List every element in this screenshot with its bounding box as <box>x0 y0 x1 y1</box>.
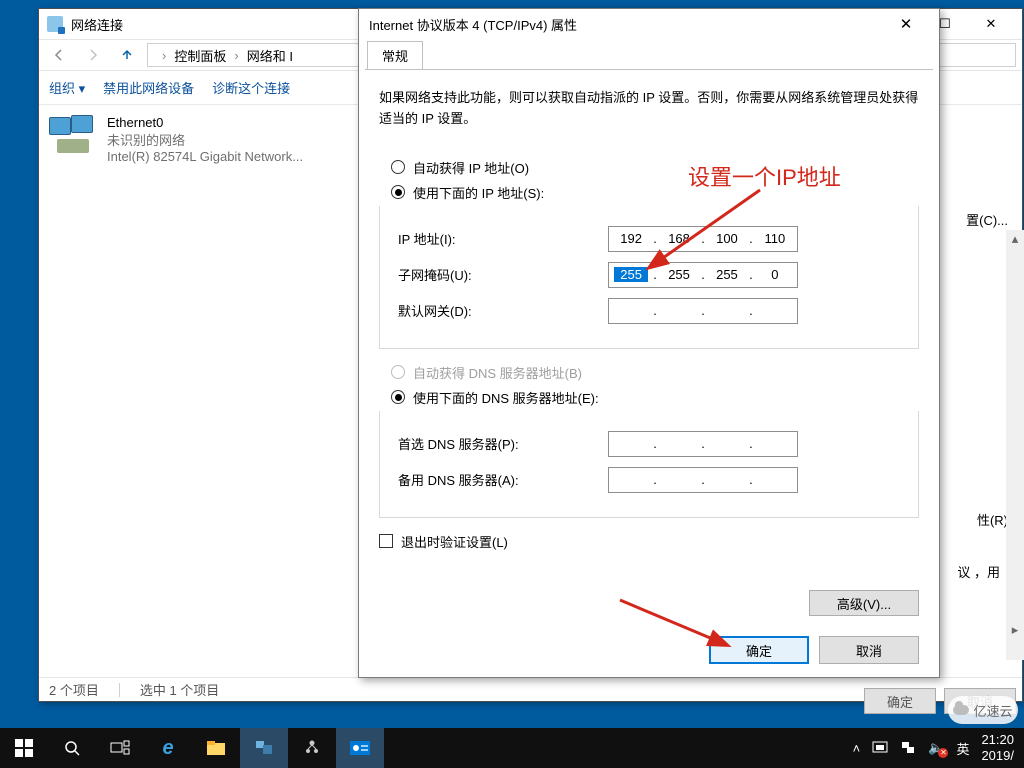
tab-general[interactable]: 常规 <box>367 41 423 69</box>
dns-preferred-input[interactable]: . . . <box>608 431 798 457</box>
adapter-driver: Intel(R) 82574L Gigabit Network... <box>107 149 303 164</box>
label-default-gateway: 默认网关(D): <box>398 301 608 320</box>
label-ip-address: IP 地址(I): <box>398 229 608 248</box>
adapter-status: 未识别的网络 <box>107 130 303 149</box>
tray-chevron-icon[interactable]: ˄ <box>853 741 861 756</box>
radio-disabled-icon <box>391 365 405 379</box>
dialog-title: Internet 协议版本 4 (TCP/IPv4) 属性 <box>369 15 577 34</box>
label-dns-preferred: 首选 DNS 服务器(P): <box>398 434 608 453</box>
taskbar-app-2[interactable] <box>288 728 336 768</box>
nc-title: 网络连接 <box>71 15 123 34</box>
close-button[interactable]: ✕ <box>968 9 1014 39</box>
network-folder-icon <box>47 16 63 32</box>
adapter-item[interactable]: Ethernet0 未识别的网络 Intel(R) 82574L Gigabit… <box>49 115 303 164</box>
radio-checked-icon <box>391 390 405 404</box>
peek-ok-button[interactable]: 确定 <box>864 688 936 714</box>
tray-clock[interactable]: 21:20 2019/ <box>981 732 1014 763</box>
disable-device-button[interactable]: 禁用此网络设备 <box>103 78 194 97</box>
scroll-up-icon[interactable]: ▴ <box>1006 230 1024 247</box>
radio-use-dns[interactable]: 使用下面的 DNS 服务器地址(E): <box>391 388 919 407</box>
peek-hint-text: 议 ，用 <box>957 562 1000 581</box>
ip-address-input[interactable]: 192. 168. 100. 110 <box>608 226 798 252</box>
checkbox-icon <box>379 534 393 548</box>
cloud-icon <box>953 705 969 715</box>
ip-fieldgroup: IP 地址(I): 192. 168. 100. 110 子网掩码(U): 25… <box>379 206 919 349</box>
ie-icon[interactable]: e <box>144 728 192 768</box>
peek-configure-button[interactable]: 置(C)... <box>966 210 1008 229</box>
back-button[interactable] <box>45 42 73 68</box>
annotation-text: 设置一个IP地址 <box>688 160 841 192</box>
up-button[interactable] <box>113 42 141 68</box>
watermark-badge: 亿速云 <box>948 696 1018 724</box>
file-explorer-icon[interactable] <box>192 728 240 768</box>
validate-on-exit-checkbox[interactable]: 退出时验证设置(L) <box>379 532 919 551</box>
adapter-name: Ethernet0 <box>107 115 303 130</box>
taskbar-app-1[interactable] <box>240 728 288 768</box>
dns-fieldgroup: 首选 DNS 服务器(P): . . . 备用 DNS 服务器(A): . . … <box>379 411 919 518</box>
tray-vm-icon[interactable] <box>872 740 888 756</box>
ethernet-adapter-icon <box>49 115 97 159</box>
radio-icon <box>391 160 405 174</box>
peek-properties-button[interactable]: 性(R) <box>977 510 1008 529</box>
radio-auto-dns: 自动获得 DNS 服务器地址(B) <box>391 363 919 382</box>
dns-alternate-input[interactable]: . . . <box>608 467 798 493</box>
selected-count: 选中 1 个项目 <box>140 680 219 699</box>
default-gateway-input[interactable]: . . . <box>608 298 798 324</box>
start-button[interactable] <box>0 728 48 768</box>
cancel-button[interactable]: 取消 <box>819 636 919 664</box>
subnet-mask-input[interactable]: 255. 255. 255. 0 <box>608 262 798 288</box>
diagnose-button[interactable]: 诊断这个连接 <box>212 78 290 97</box>
tray-network-icon[interactable] <box>900 740 916 756</box>
adapter-list: Ethernet0 未识别的网络 Intel(R) 82574L Gigabit… <box>39 105 313 677</box>
description-text: 如果网络支持此功能，则可以获取自动指派的 IP 设置。否则，你需要从网络系统管理… <box>379 88 919 130</box>
label-subnet-mask: 子网掩码(U): <box>398 265 608 284</box>
tray-ime[interactable]: 英 <box>956 739 969 758</box>
dialog-titlebar[interactable]: Internet 协议版本 4 (TCP/IPv4) 属性 ✕ <box>359 9 939 39</box>
search-button[interactable] <box>48 728 96 768</box>
taskbar-app-3[interactable] <box>336 728 384 768</box>
scroll-right-icon[interactable]: ▸ <box>1006 621 1024 638</box>
taskbar[interactable]: e ˄ 🔈✕ 英 21:20 2019/ <box>0 728 1024 768</box>
ok-button[interactable]: 确定 <box>709 636 809 664</box>
breadcrumb-network[interactable]: 网络和 I <box>247 46 293 65</box>
dialog-close-button[interactable]: ✕ <box>883 9 929 39</box>
radio-checked-icon <box>391 185 405 199</box>
breadcrumb-root[interactable]: 控制面板 <box>174 46 226 65</box>
item-count: 2 个项目 <box>49 680 99 699</box>
tray-volume-icon[interactable]: 🔈✕ <box>928 740 944 756</box>
ipv4-properties-dialog: Internet 协议版本 4 (TCP/IPv4) 属性 ✕ 常规 如果网络支… <box>358 8 940 678</box>
organize-menu[interactable]: 组织 ▾ <box>49 78 85 97</box>
advanced-button[interactable]: 高级(V)... <box>809 590 919 616</box>
forward-button[interactable] <box>79 42 107 68</box>
taskview-button[interactable] <box>96 728 144 768</box>
label-dns-alternate: 备用 DNS 服务器(A): <box>398 470 608 489</box>
